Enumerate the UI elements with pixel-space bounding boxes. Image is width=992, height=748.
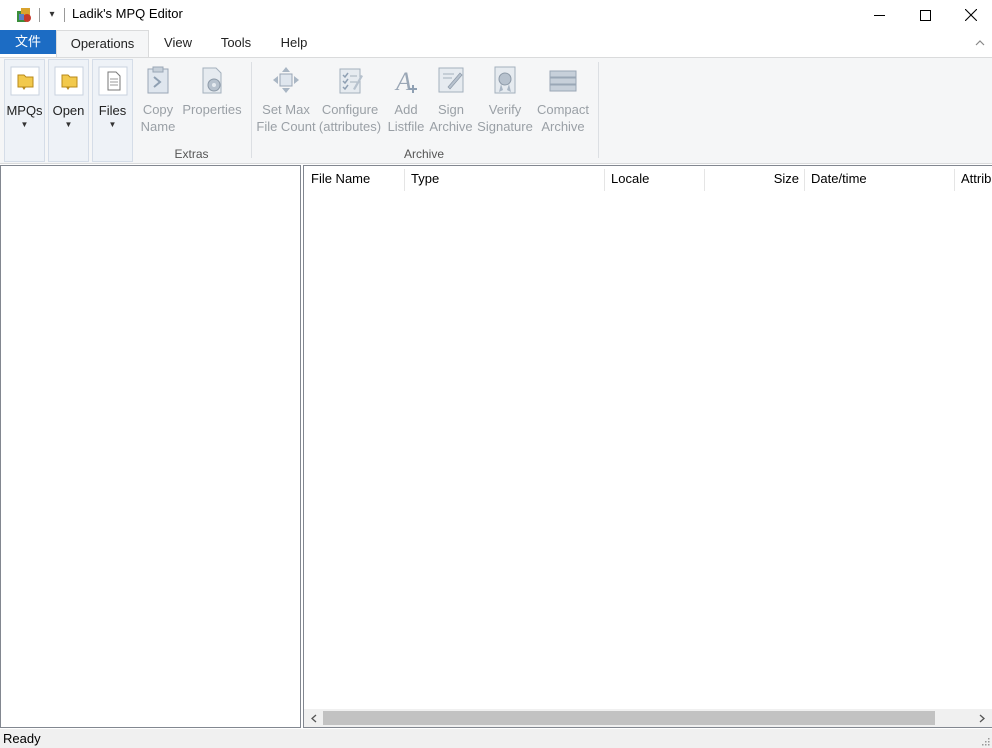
status-text: Ready bbox=[3, 731, 41, 746]
mpqs-label: MPQs bbox=[6, 103, 43, 118]
chevron-left-icon bbox=[311, 714, 317, 722]
quick-access-separator bbox=[64, 8, 65, 22]
tab-view[interactable]: View bbox=[152, 30, 204, 57]
collapse-ribbon-icon[interactable] bbox=[974, 38, 986, 48]
configure-attributes-label: Configure (attributes) bbox=[318, 102, 382, 134]
tab-help[interactable]: Help bbox=[268, 30, 320, 57]
chevron-down-icon: ▼ bbox=[64, 120, 73, 129]
clipboard-icon bbox=[147, 66, 169, 94]
horizontal-scrollbar[interactable] bbox=[304, 709, 992, 727]
chevron-down-icon: ▼ bbox=[108, 120, 117, 129]
copy-name-label: Copy Name bbox=[140, 102, 176, 134]
tab-tools[interactable]: Tools bbox=[208, 30, 264, 57]
open-folder-icon bbox=[54, 66, 83, 96]
compact-archive-label: Compact Archive bbox=[536, 102, 590, 134]
maximize-button[interactable] bbox=[902, 0, 948, 30]
tab-operations[interactable]: Operations bbox=[56, 30, 149, 58]
verify-signature-label: Verify Signature bbox=[477, 102, 533, 134]
scroll-left-button[interactable] bbox=[306, 709, 322, 727]
chevron-down-icon: ▼ bbox=[20, 120, 29, 129]
properties-label: Properties bbox=[182, 102, 242, 117]
title-bar: ▾ Ladik's MPQ Editor bbox=[0, 0, 992, 30]
tab-file[interactable]: 文件 bbox=[0, 30, 56, 54]
files-label: Files bbox=[98, 103, 127, 118]
column-header-size[interactable]: Size bbox=[704, 166, 804, 193]
mpqs-button[interactable]: MPQs ▼ bbox=[4, 59, 45, 162]
status-bar: Ready bbox=[0, 729, 992, 748]
expand-arrows-icon bbox=[273, 67, 299, 93]
group-label-extras: Extras bbox=[174, 147, 209, 161]
column-header-type[interactable]: Type bbox=[404, 166, 604, 193]
column-header-date-time[interactable]: Date/time bbox=[804, 166, 954, 193]
app-icon[interactable] bbox=[15, 6, 33, 24]
archive-tree-pane[interactable] bbox=[0, 165, 301, 728]
close-icon bbox=[965, 9, 977, 21]
open-button[interactable]: Open ▼ bbox=[48, 59, 89, 162]
minimize-button[interactable] bbox=[856, 0, 902, 30]
ribbon-panel: MPQs ▼ Open ▼ Files ▼ Copy Name Properti… bbox=[0, 57, 992, 164]
close-button[interactable] bbox=[948, 0, 992, 30]
scroll-right-button[interactable] bbox=[974, 709, 990, 727]
set-max-file-count-label: Set Max File Count bbox=[256, 102, 316, 134]
column-header-attributes[interactable]: Attrib bbox=[954, 166, 992, 193]
chevron-right-icon bbox=[979, 714, 985, 722]
file-list-header: File Name Type Locale Size Date/time Att… bbox=[304, 166, 992, 193]
group-label-archive: Archive bbox=[403, 147, 444, 161]
folder-icon bbox=[10, 66, 39, 96]
checklist-icon bbox=[339, 68, 363, 94]
files-button[interactable]: Files ▼ bbox=[92, 59, 133, 162]
scrollbar-thumb[interactable] bbox=[323, 711, 935, 725]
compact-stack-icon bbox=[549, 70, 577, 92]
sign-pen-icon bbox=[438, 67, 464, 93]
document-icon bbox=[98, 66, 127, 96]
certificate-icon bbox=[494, 66, 516, 94]
open-label: Open bbox=[52, 103, 85, 118]
minimize-icon bbox=[873, 14, 885, 16]
window-title: Ladik's MPQ Editor bbox=[72, 6, 183, 21]
sign-archive-label: Sign Archive bbox=[429, 102, 473, 134]
properties-gear-icon bbox=[202, 67, 222, 94]
maximize-icon bbox=[919, 9, 931, 21]
quick-access-separator bbox=[39, 8, 40, 22]
add-font-icon: A bbox=[394, 67, 417, 95]
add-listfile-label: Add Listfile bbox=[387, 102, 425, 134]
quick-access-dropdown-icon[interactable]: ▾ bbox=[45, 5, 59, 25]
group-separator bbox=[598, 62, 599, 158]
column-header-file-name[interactable]: File Name bbox=[304, 166, 404, 193]
svg-text:A: A bbox=[394, 67, 412, 95]
file-list-pane[interactable]: File Name Type Locale Size Date/time Att… bbox=[303, 165, 992, 728]
group-separator bbox=[251, 62, 252, 158]
resize-grip-icon[interactable] bbox=[980, 736, 990, 746]
column-header-locale[interactable]: Locale bbox=[604, 166, 704, 193]
ribbon-tabs: 文件 Operations View Tools Help bbox=[0, 30, 992, 58]
